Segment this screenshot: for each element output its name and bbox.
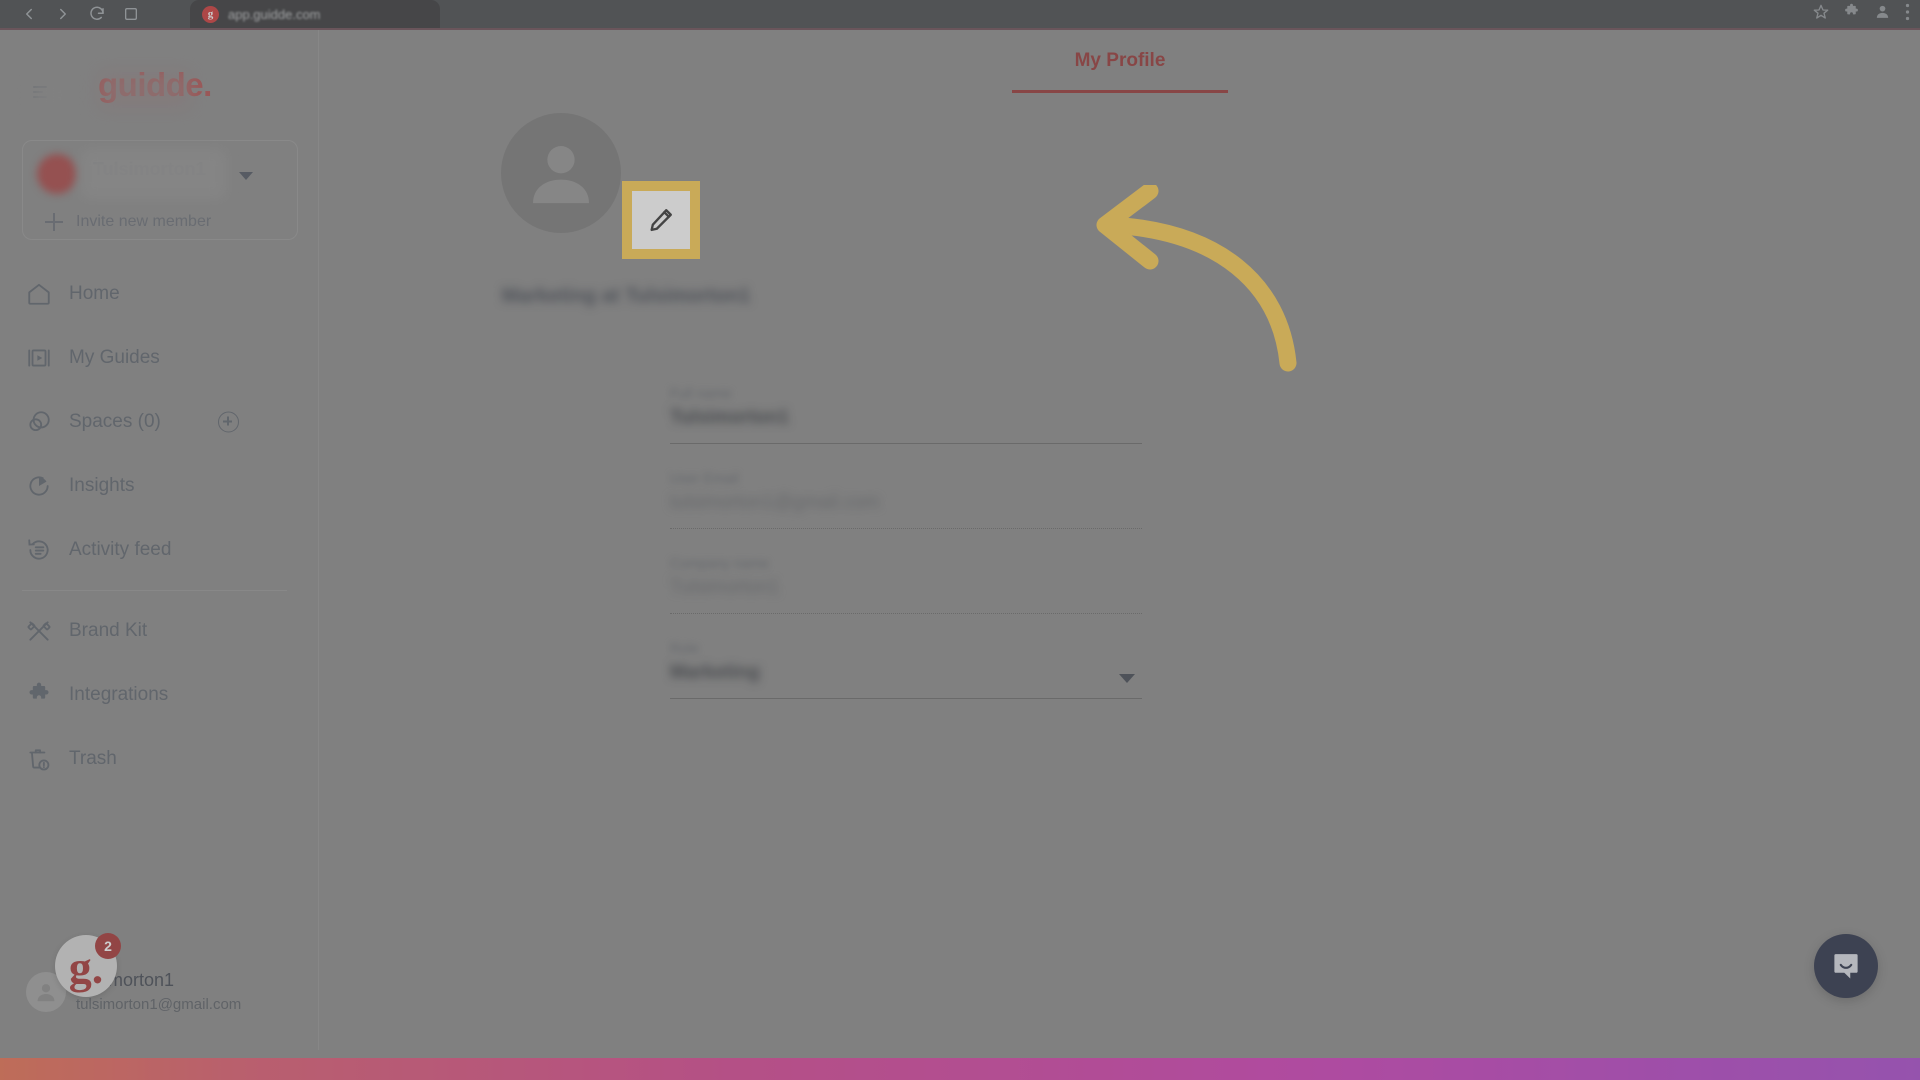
sidebar-item-label: Spaces (0) (69, 411, 161, 432)
account-email: tulsimorton1@gmail.com (76, 996, 242, 1013)
workspace-card[interactable]: Tulsimorton1 Invite new member (22, 140, 298, 240)
activity-feed-icon (26, 537, 52, 563)
spaces-icon (26, 409, 52, 435)
profile-form: Full name Tulsimorton1 User Email tulsim… (670, 385, 1150, 725)
profile-display-name: Marketing at Tulsimorton1 (501, 285, 751, 307)
edit-profile-photo-button[interactable] (632, 191, 690, 249)
sidebar-item-label: Trash (69, 748, 117, 769)
guidde-badge[interactable]: g. 2 (55, 933, 121, 997)
field-role: Role Marketing (670, 640, 1150, 725)
field-value: tulsimorton1@gmail.com (670, 492, 880, 513)
field-underline (670, 443, 1142, 444)
field-label: Full name (670, 385, 732, 401)
profile-avatar-icon[interactable] (1874, 3, 1891, 25)
sidebar: guidde. Tulsimorton1 Invite new member (0, 30, 319, 1050)
sidebar-item-label: Insights (69, 475, 135, 496)
invite-new-member-button[interactable]: Invite new member (23, 203, 299, 241)
browser-toolbar: g app.guidde.com (0, 0, 1920, 28)
field-full-name: Full name Tulsimorton1 (670, 385, 1150, 470)
chevron-down-icon[interactable] (239, 172, 253, 180)
field-label: Role (670, 640, 699, 656)
browser-toolbar-right (1813, 0, 1910, 28)
sidebar-header: guidde. (0, 30, 318, 108)
field-user-email: User Email tulsimorton1@gmail.com (670, 470, 1150, 555)
forward-arrow-icon[interactable] (48, 2, 78, 26)
sidebar-item-label: Home (69, 283, 120, 304)
tab-my-profile[interactable]: My Profile (1012, 50, 1228, 93)
main-content: My Profile Marketing at Tulsimorton1 Ful… (320, 30, 1920, 1050)
sidebar-item-label: Brand Kit (69, 620, 148, 641)
guidde-favicon: g (202, 5, 219, 23)
integrations-icon (26, 682, 52, 708)
field-underline (670, 698, 1142, 699)
profile-tabs: My Profile (320, 30, 1920, 104)
field-underline (670, 528, 1142, 529)
logo-blur (100, 72, 190, 108)
browser-nav-buttons (0, 2, 146, 26)
curved-left-arrow-icon (1030, 182, 1300, 380)
field-value[interactable]: Tulsimorton1 (670, 407, 789, 429)
back-arrow-icon[interactable] (14, 2, 44, 26)
field-company-name: Company name Tulsimorton1 (670, 555, 1150, 640)
invite-label: Invite new member (76, 213, 212, 230)
edit-photo-highlight (622, 181, 700, 259)
trash-icon (26, 746, 52, 772)
reload-icon[interactable] (82, 2, 112, 26)
hamburger-blur (30, 82, 70, 108)
bottom-gradient-bar (0, 1058, 1920, 1080)
field-value: Tulsimorton1 (670, 577, 780, 598)
sidebar-item-label: My Guides (69, 347, 160, 368)
chevron-down-icon[interactable] (1119, 674, 1135, 683)
field-label: Company name (670, 555, 769, 571)
three-dots-icon[interactable] (1905, 3, 1910, 26)
sidebar-item-spaces[interactable]: Spaces (0) (0, 390, 319, 454)
insights-icon (26, 473, 52, 499)
tab-url-label: app.guidde.com (228, 6, 321, 22)
star-icon[interactable] (1813, 4, 1829, 25)
sidebar-item-home[interactable]: Home (0, 262, 319, 326)
field-value[interactable]: Marketing (670, 662, 760, 684)
sidebar-item-label: Integrations (69, 684, 169, 705)
sidebar-item-activity-feed[interactable]: Activity feed (0, 518, 319, 582)
home-icon[interactable] (116, 2, 146, 26)
app-shell: guidde. Tulsimorton1 Invite new member (0, 30, 1920, 1050)
home-icon (26, 281, 52, 307)
brand-kit-icon (26, 618, 52, 644)
browser-tab[interactable]: g app.guidde.com (190, 0, 440, 28)
sidebar-item-brand-kit[interactable]: Brand Kit (0, 599, 319, 663)
sidebar-item-trash[interactable]: Trash (0, 727, 319, 791)
notification-count-badge: 2 (95, 933, 121, 959)
sidebar-item-label: Activity feed (69, 539, 172, 560)
workspace-row[interactable]: Tulsimorton1 (23, 141, 297, 203)
plus-icon (45, 213, 63, 231)
sidebar-divider (22, 590, 287, 591)
sidebar-item-integrations[interactable]: Integrations (0, 663, 319, 727)
puzzle-icon[interactable] (1843, 3, 1860, 25)
plus-circle-icon[interactable] (218, 411, 239, 433)
guides-icon (26, 345, 52, 371)
field-underline (670, 613, 1142, 614)
sidebar-item-insights[interactable]: Insights (0, 454, 319, 518)
sidebar-item-my-guides[interactable]: My Guides (0, 326, 319, 390)
workspace-blur (81, 149, 226, 199)
sidebar-nav: Home My Guides Spaces (0) Insights Activ… (0, 262, 319, 791)
profile-avatar (501, 113, 621, 233)
field-label: User Email (670, 470, 739, 486)
intercom-chat-button[interactable] (1814, 934, 1878, 998)
account-section[interactable]: tulsimorton1 tulsimorton1@gmail.com g. 2 (0, 933, 319, 1028)
workspace-avatar (37, 154, 77, 194)
